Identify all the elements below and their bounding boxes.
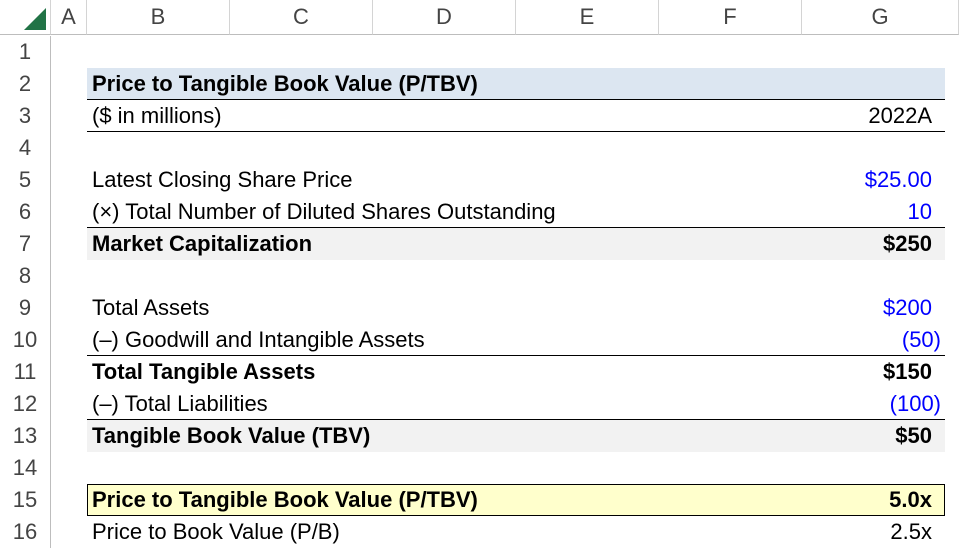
row-header-2[interactable]: 2	[0, 68, 51, 100]
diluted-shares-row[interactable]: (×) Total Number of Diluted Shares Outst…	[87, 196, 945, 228]
total-assets-label: Total Assets	[92, 295, 210, 320]
column-header-c[interactable]: C	[230, 0, 373, 35]
goodwill-value[interactable]: (50)	[902, 324, 941, 356]
select-all-triangle-icon	[24, 8, 46, 30]
row-header-15[interactable]: 15	[0, 484, 51, 516]
market-cap-row[interactable]: Market Capitalization $250	[87, 227, 945, 260]
row-header-4[interactable]: 4	[0, 132, 51, 164]
year-label: 2022A	[868, 103, 932, 128]
goodwill-label: (–) Goodwill and Intangible Assets	[92, 327, 425, 352]
select-all-corner[interactable]	[0, 0, 51, 35]
tbv-value[interactable]: $50	[895, 420, 932, 452]
tbv-row[interactable]: Tangible Book Value (TBV) $50	[87, 419, 945, 452]
ptbv-row[interactable]: Price to Tangible Book Value (P/TBV) 5.0…	[87, 484, 945, 516]
row-header-11[interactable]: 11	[0, 356, 51, 388]
row-header-13[interactable]: 13	[0, 420, 51, 452]
column-header-b[interactable]: B	[87, 0, 230, 35]
share-price-value[interactable]: $25.00	[865, 164, 932, 196]
row-header-1[interactable]: 1	[0, 36, 51, 68]
row-header-10[interactable]: 10	[0, 324, 51, 356]
liabilities-label: (–) Total Liabilities	[92, 391, 268, 416]
row-header-9[interactable]: 9	[0, 292, 51, 324]
pb-value[interactable]: 2.5x	[890, 516, 932, 548]
diluted-shares-label: (×) Total Number of Diluted Shares Outst…	[92, 199, 556, 224]
row-header-6[interactable]: 6	[0, 196, 51, 228]
liabilities-row[interactable]: (–) Total Liabilities (100)	[87, 388, 945, 420]
column-header-e[interactable]: E	[516, 0, 659, 35]
spreadsheet[interactable]: A B C D E F G 1 2 3 4 5 6 7 8 9 10 11 12…	[0, 0, 959, 552]
title-row[interactable]: Price to Tangible Book Value (P/TBV)	[87, 68, 945, 100]
pb-label: Price to Book Value (P/B)	[92, 519, 340, 544]
row-header-12[interactable]: 12	[0, 388, 51, 420]
tbv-label: Tangible Book Value (TBV)	[92, 423, 371, 448]
tangible-assets-row[interactable]: Total Tangible Assets $150	[87, 355, 945, 388]
market-cap-value[interactable]: $250	[883, 228, 932, 260]
tangible-assets-label: Total Tangible Assets	[92, 359, 316, 384]
column-header-a[interactable]: A	[51, 0, 87, 35]
row-header-3[interactable]: 3	[0, 100, 51, 132]
share-price-label: Latest Closing Share Price	[92, 167, 353, 192]
total-assets-value[interactable]: $200	[883, 292, 932, 324]
column-header-d[interactable]: D	[373, 0, 516, 35]
market-cap-label: Market Capitalization	[92, 231, 313, 256]
units-label: ($ in millions)	[92, 103, 222, 128]
row-header-14[interactable]: 14	[0, 452, 51, 484]
row-header-5[interactable]: 5	[0, 164, 51, 196]
total-assets-row[interactable]: Total Assets $200	[87, 292, 945, 324]
goodwill-row[interactable]: (–) Goodwill and Intangible Assets (50)	[87, 324, 945, 356]
liabilities-value[interactable]: (100)	[890, 388, 941, 420]
tangible-assets-value[interactable]: $150	[883, 356, 932, 388]
column-header-g[interactable]: G	[802, 0, 959, 35]
units-row[interactable]: ($ in millions) 2022A	[87, 100, 945, 132]
row-header-8[interactable]: 8	[0, 260, 51, 292]
ptbv-value[interactable]: 5.0x	[889, 484, 932, 516]
row-header-7[interactable]: 7	[0, 228, 51, 260]
share-price-row[interactable]: Latest Closing Share Price $25.00	[87, 164, 945, 196]
pb-row[interactable]: Price to Book Value (P/B) 2.5x	[87, 516, 945, 548]
column-header-f[interactable]: F	[659, 0, 802, 35]
ptbv-label: Price to Tangible Book Value (P/TBV)	[92, 487, 478, 512]
diluted-shares-value[interactable]: 10	[908, 196, 932, 228]
row-header-16[interactable]: 16	[0, 516, 51, 548]
sheet-title: Price to Tangible Book Value (P/TBV)	[92, 71, 478, 96]
